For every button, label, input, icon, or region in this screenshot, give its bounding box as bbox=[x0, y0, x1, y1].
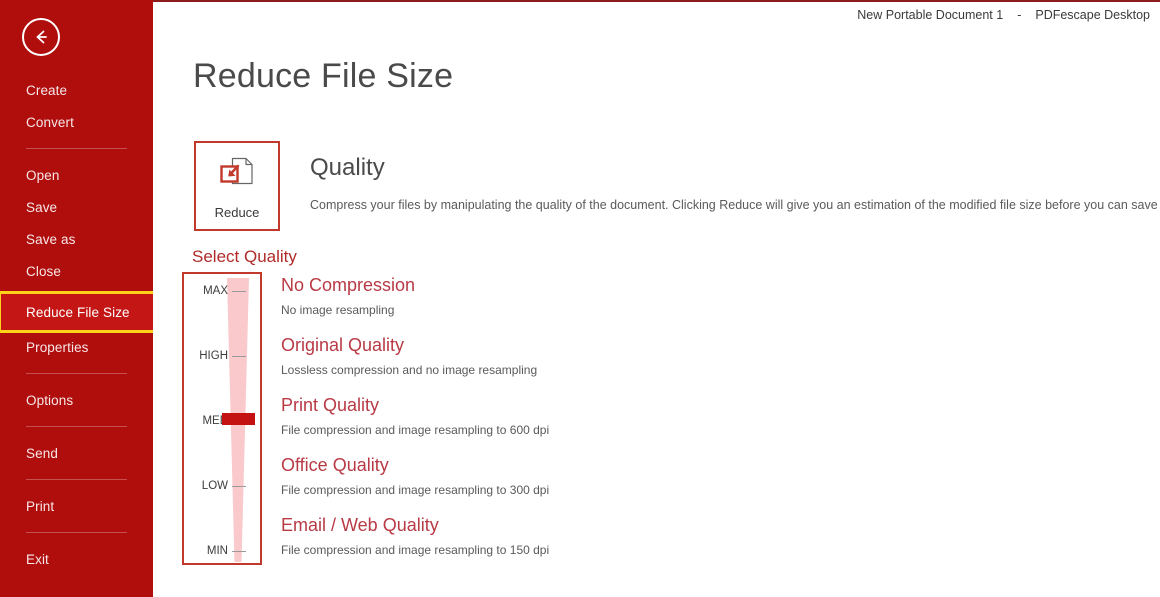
sidebar-item-open[interactable]: Open bbox=[0, 159, 153, 191]
quality-slider[interactable]: MAX HIGH MED LOW MIN bbox=[182, 272, 262, 565]
option-title[interactable]: Email / Web Quality bbox=[281, 514, 901, 536]
application-name: PDFescape Desktop bbox=[1035, 8, 1150, 22]
page-title: Reduce File Size bbox=[193, 57, 454, 95]
slider-tick-min[interactable]: MIN bbox=[184, 544, 264, 558]
quality-option-email-web-quality[interactable]: Email / Web Quality File compression and… bbox=[281, 514, 901, 557]
slider-tick-label: MAX bbox=[203, 285, 228, 297]
sidebar-item-properties[interactable]: Properties bbox=[0, 331, 153, 363]
sidebar-item-label: Create bbox=[26, 82, 68, 98]
tick-mark-icon bbox=[232, 485, 246, 487]
window-title-bar: New Portable Document 1 - PDFescape Desk… bbox=[857, 8, 1150, 22]
sidebar-item-label: Save bbox=[26, 199, 58, 215]
sidebar-item-print[interactable]: Print bbox=[0, 490, 153, 522]
sidebar-item-label: Save as bbox=[26, 231, 76, 247]
sidebar-item-close[interactable]: Close bbox=[0, 255, 153, 287]
sidebar-item-label: Reduce File Size bbox=[26, 304, 130, 320]
quality-option-no-compression[interactable]: No Compression No image resampling bbox=[281, 274, 901, 317]
select-quality-label: Select Quality bbox=[192, 247, 297, 266]
sidebar-item-save[interactable]: Save bbox=[0, 191, 153, 223]
sidebar-item-label: Open bbox=[26, 167, 60, 183]
tick-mark-icon bbox=[232, 355, 246, 357]
sidebar-item-create[interactable]: Create bbox=[0, 74, 153, 106]
quality-description: Compress your files by manipulating the … bbox=[310, 198, 1160, 212]
sidebar-nav: Create Convert Open Save Save as Close R… bbox=[0, 74, 175, 575]
document-name: New Portable Document 1 bbox=[857, 8, 1004, 22]
option-description: Lossless compression and no image resamp… bbox=[281, 363, 538, 377]
reduce-button-label: Reduce bbox=[214, 205, 260, 220]
sidebar-item-label: Print bbox=[26, 498, 55, 514]
slider-tick-high[interactable]: HIGH bbox=[184, 349, 264, 363]
quality-option-original-quality[interactable]: Original Quality Lossless compression an… bbox=[281, 334, 901, 377]
back-arrow-icon bbox=[31, 27, 51, 47]
tick-mark-icon bbox=[232, 290, 246, 292]
option-title[interactable]: Original Quality bbox=[281, 334, 901, 356]
sidebar: Create Convert Open Save Save as Close R… bbox=[0, 0, 175, 597]
sidebar-item-label: Close bbox=[26, 263, 62, 279]
sidebar-item-label: Convert bbox=[26, 114, 74, 130]
quality-option-office-quality[interactable]: Office Quality File compression and imag… bbox=[281, 454, 901, 497]
reduce-document-icon bbox=[219, 156, 255, 195]
sidebar-divider bbox=[26, 373, 127, 374]
sidebar-item-label: Send bbox=[26, 445, 58, 461]
back-arrow-button[interactable] bbox=[22, 18, 60, 56]
slider-tick-low[interactable]: LOW bbox=[184, 479, 264, 493]
sidebar-divider bbox=[26, 479, 127, 480]
slider-tick-label: LOW bbox=[201, 480, 228, 492]
sidebar-item-label: Exit bbox=[26, 551, 49, 567]
sidebar-item-options[interactable]: Options bbox=[0, 384, 153, 416]
sidebar-item-send[interactable]: Send bbox=[0, 437, 153, 469]
sidebar-divider bbox=[26, 532, 127, 533]
sidebar-divider bbox=[26, 148, 127, 149]
title-separator: - bbox=[1017, 8, 1022, 22]
slider-tick-label: HIGH bbox=[199, 350, 228, 362]
sidebar-item-reduce-file-size[interactable]: Reduce File Size bbox=[0, 291, 175, 333]
quality-options-list: No Compression No image resampling Origi… bbox=[281, 274, 901, 574]
quality-heading: Quality bbox=[310, 154, 385, 181]
slider-tick-max[interactable]: MAX bbox=[184, 284, 264, 298]
option-title[interactable]: Office Quality bbox=[281, 454, 901, 476]
sidebar-item-label: Options bbox=[26, 392, 74, 408]
slider-thumb[interactable] bbox=[222, 413, 255, 425]
main-content: New Portable Document 1 - PDFescape Desk… bbox=[153, 0, 1160, 597]
slider-tick-label: MIN bbox=[206, 545, 228, 557]
sidebar-item-convert[interactable]: Convert bbox=[0, 106, 153, 138]
option-description: File compression and image resampling to… bbox=[281, 423, 550, 437]
option-description: File compression and image resampling to… bbox=[281, 483, 550, 497]
sidebar-divider bbox=[26, 426, 127, 427]
tick-mark-icon bbox=[232, 550, 246, 552]
sidebar-item-label: Properties bbox=[26, 339, 89, 355]
option-description: File compression and image resampling to… bbox=[281, 543, 550, 557]
option-description: No image resampling bbox=[281, 303, 395, 317]
sidebar-item-exit[interactable]: Exit bbox=[0, 543, 153, 575]
pdfescape-backstage-window: Create Convert Open Save Save as Close R… bbox=[0, 0, 1160, 597]
option-title[interactable]: Print Quality bbox=[281, 394, 901, 416]
option-title[interactable]: No Compression bbox=[281, 274, 901, 296]
sidebar-item-save-as[interactable]: Save as bbox=[0, 223, 153, 255]
reduce-button[interactable]: Reduce bbox=[194, 141, 280, 231]
quality-option-print-quality[interactable]: Print Quality File compression and image… bbox=[281, 394, 901, 437]
